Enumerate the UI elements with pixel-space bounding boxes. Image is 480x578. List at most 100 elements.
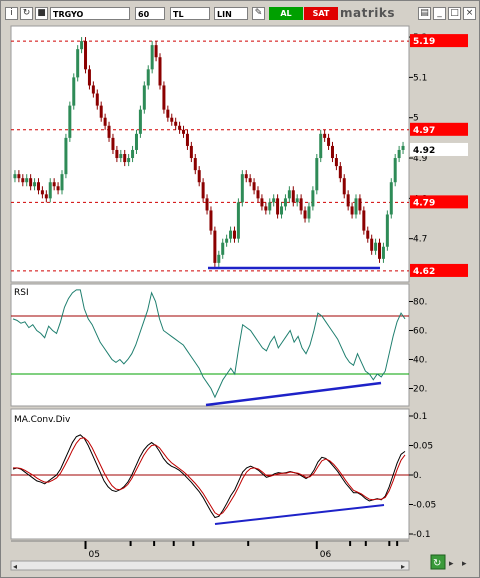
candle-body-12 (60, 174, 64, 191)
candle-body-71 (291, 190, 295, 203)
candle-body-59 (244, 174, 248, 179)
price-label-4: 4.62 (413, 267, 435, 277)
candle-body-13 (64, 137, 68, 175)
candle-body-22 (99, 105, 103, 118)
rsi-title: RSI (14, 288, 29, 298)
candle-body-48 (201, 182, 205, 199)
scale-field[interactable]: LIN (214, 7, 248, 20)
candle-body-60 (248, 178, 252, 183)
horizontal-scrollbar[interactable] (10, 560, 410, 571)
scroll-right-icon[interactable]: ▸ (401, 562, 405, 571)
macd-tick-label-1: 0.05 (413, 442, 433, 452)
price-panel[interactable] (10, 25, 410, 283)
stop-icon[interactable]: ■ (35, 7, 48, 20)
candle-body-57 (236, 202, 240, 239)
symbol-field[interactable]: TRGYO (50, 7, 130, 20)
candle-body-67 (276, 198, 280, 215)
price-tick-label-2: 5 (413, 114, 419, 124)
candle-body-3 (25, 178, 29, 183)
candle-body-49 (205, 198, 209, 211)
sell-button[interactable]: SAT (304, 7, 338, 20)
macd-panel[interactable] (10, 408, 410, 540)
currency-field[interactable]: TL (170, 7, 210, 20)
candle-body-11 (56, 186, 60, 191)
candle-body-69 (283, 198, 287, 207)
time-tick-label-0: 05 (89, 550, 100, 560)
info-icon[interactable]: i (5, 7, 18, 20)
candle-body-33 (142, 85, 146, 110)
candle-body-20 (91, 85, 95, 94)
interval-field[interactable]: 60 (135, 7, 165, 20)
candle-body-23 (103, 117, 107, 126)
candle-body-17 (80, 41, 84, 50)
rsi-tick-label-2: 40. (413, 356, 427, 366)
macd-tick-label-3: -0.05 (413, 501, 436, 511)
rsi-tick-label-0: 80. (413, 298, 427, 308)
print-icon[interactable]: ▤ (418, 7, 431, 20)
chart-window: i ↻ ■ TRGYO 60 TL LIN ✎ AL SAT matriks ▤… (0, 0, 480, 578)
candle-body-0 (13, 174, 17, 179)
rsi-axis: 80. 60. 40. 20. (409, 298, 427, 395)
buy-button[interactable]: AL (269, 7, 303, 20)
candle-body-96 (389, 182, 393, 215)
macd-title: MA.Conv.Div (14, 415, 71, 425)
refresh-icon[interactable]: ↻ (20, 7, 33, 20)
rsi-tick-label-3: 20. (413, 385, 427, 395)
candle-body-52 (217, 254, 221, 263)
candle-body-58 (240, 174, 244, 203)
candle-body-7 (40, 190, 44, 195)
time-tick-label-1: 06 (320, 550, 332, 560)
candle-body-40 (170, 117, 174, 122)
price-label-1: 4.97 (413, 126, 435, 136)
candle-body-75 (307, 206, 311, 219)
price-axis: 5.25.154.94.84.75.194.974.924.794.62 (409, 33, 468, 277)
candle-body-32 (138, 109, 142, 134)
candle-body-93 (378, 242, 382, 259)
candle-body-42 (178, 125, 182, 130)
candle-body-91 (370, 238, 374, 251)
price-tick-label-1: 5.1 (413, 73, 427, 83)
draw-icon[interactable]: ✎ (252, 7, 265, 20)
candle-body-9 (48, 182, 52, 199)
candle-body-8 (44, 194, 48, 199)
chart-area: 5.25.154.94.84.75.194.974.924.794.62 RSI… (10, 25, 468, 571)
candle-body-5 (33, 182, 37, 187)
minimize-icon[interactable]: _ (433, 7, 446, 20)
nav-end-icon[interactable]: ▸ (462, 559, 467, 569)
candle-body-78 (319, 133, 323, 159)
candle-body-21 (95, 93, 99, 106)
candle-body-43 (182, 129, 186, 134)
candle-body-98 (397, 149, 401, 159)
candle-body-29 (127, 158, 131, 163)
candle-body-18 (84, 41, 88, 70)
candle-body-26 (115, 149, 119, 159)
candle-body-64 (264, 206, 268, 211)
close-icon[interactable]: × (463, 7, 476, 20)
macd-tick-label-0: 0.1 (413, 412, 427, 422)
candle-body-41 (174, 121, 178, 126)
nav-right-icon[interactable]: ▸ (449, 559, 454, 569)
candle-body-47 (197, 170, 201, 183)
candle-body-25 (111, 137, 115, 150)
candle-body-73 (299, 198, 303, 211)
macd-tick-label-2: 0. (413, 471, 422, 481)
maximize-icon[interactable]: □ (448, 7, 461, 20)
candle-body-16 (76, 49, 80, 78)
candle-body-72 (295, 198, 299, 203)
candle-body-97 (393, 158, 397, 183)
candle-body-31 (134, 133, 138, 150)
candle-body-65 (268, 202, 272, 211)
candle-body-95 (385, 214, 389, 247)
candle-body-81 (330, 145, 334, 159)
candle-body-66 (272, 198, 276, 203)
candle-body-19 (87, 69, 91, 86)
candle-body-84 (342, 178, 346, 195)
candle-body-55 (229, 230, 233, 239)
candle-body-74 (303, 210, 307, 219)
candle-body-62 (256, 190, 260, 199)
scroll-left-icon[interactable]: ◂ (13, 562, 17, 571)
candle-body-14 (68, 105, 72, 138)
candle-body-30 (131, 149, 135, 159)
candle-body-85 (346, 194, 350, 207)
candle-body-45 (189, 145, 193, 159)
